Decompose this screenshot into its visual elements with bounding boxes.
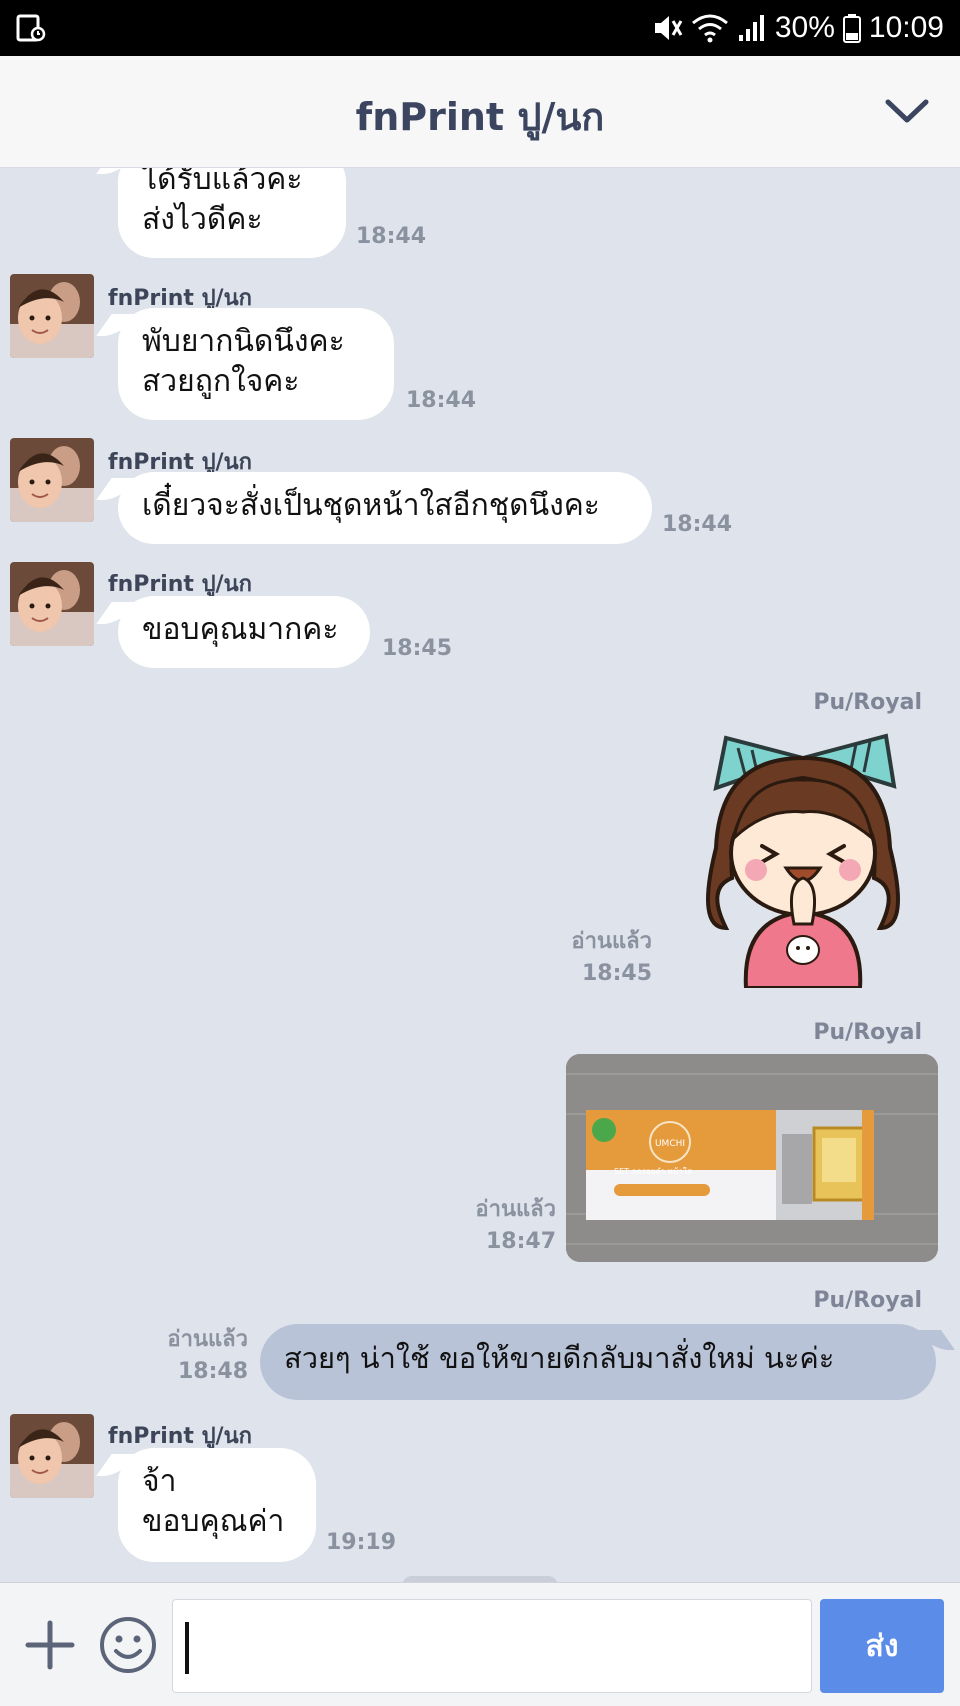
message-time: 18:44: [406, 388, 477, 413]
message-input[interactable]: [172, 1599, 812, 1693]
message-input-bar: ส่ง: [0, 1582, 960, 1706]
read-receipt: อ่านแล้ว: [475, 1197, 556, 1222]
chat-title: fnPrint ปู/นก: [355, 95, 605, 139]
message-time: 18:47: [485, 1229, 556, 1254]
product-brand: UMCHI: [655, 1139, 685, 1149]
avatar[interactable]: [10, 438, 94, 522]
message-bubble[interactable]: ได้รับแล้วคะ ส่งไวดีคะ: [118, 168, 346, 258]
plus-icon[interactable]: [24, 1619, 76, 1671]
emoji-icon[interactable]: [98, 1615, 158, 1675]
status-bar: 30% 10:09: [0, 0, 960, 56]
message-bubble[interactable]: ขอบคุณมากคะ: [118, 596, 370, 668]
message-time: 18:44: [662, 512, 733, 537]
signal-icon: [738, 15, 764, 41]
read-receipt: อ่านแล้ว: [167, 1327, 248, 1352]
message-time: 18:48: [177, 1359, 248, 1384]
message-meta: อ่านแล้ว 18:47: [475, 1194, 556, 1258]
battery-icon: [842, 14, 861, 43]
message-time: 18:44: [356, 224, 427, 249]
message-bubble[interactable]: สวยๆ น่าใช้ ขอให้ขายดีกลับมาสั่งใหม่ นะค…: [260, 1324, 936, 1400]
read-receipt: อ่านแล้ว: [571, 929, 652, 954]
message-bubble[interactable]: จ้า ขอบคุณค่า: [118, 1448, 316, 1562]
sender-name: Pu/Royal: [813, 1020, 922, 1045]
chevron-down-icon[interactable]: [882, 92, 932, 132]
sender-name: Pu/Royal: [813, 690, 922, 715]
send-button[interactable]: ส่ง: [820, 1599, 944, 1693]
message-meta: อ่านแล้ว 18:45: [571, 926, 652, 990]
girl-sticker[interactable]: [686, 728, 920, 988]
message-meta: อ่านแล้ว 18:48: [167, 1324, 248, 1388]
product-photo[interactable]: UMCHI SET ลดรอยดำ หน้าใส: [566, 1054, 938, 1262]
message-time: 19:19: [326, 1530, 397, 1555]
text-caret: [185, 1622, 189, 1674]
message-bubble[interactable]: พับยากนิดนึงคะ สวยถูกใจคะ: [118, 308, 394, 420]
sender-name: Pu/Royal: [813, 1288, 922, 1313]
message-time: 18:45: [581, 961, 652, 986]
wifi-icon: [691, 14, 728, 43]
avatar[interactable]: [10, 562, 94, 646]
clock: 10:09: [868, 11, 944, 44]
avatar[interactable]: [10, 1414, 94, 1498]
battery-percent: 30%: [774, 11, 835, 44]
product-line: SET ลดรอยดำ หน้าใส: [614, 1167, 692, 1176]
screen-record-icon: [16, 14, 46, 42]
chat-header: fnPrint ปู/นก: [0, 56, 960, 168]
chat-area[interactable]: ได้รับแล้วคะ ส่งไวดีคะ 18:44 fnPrint ปู/…: [0, 168, 960, 1582]
mute-icon: [654, 16, 683, 40]
avatar[interactable]: [10, 274, 94, 358]
message-bubble[interactable]: เดี๋ยวจะสั่งเป็นชุดหน้าใสอีกชุดนึงคะ: [118, 472, 652, 544]
message-time: 18:45: [382, 636, 453, 661]
